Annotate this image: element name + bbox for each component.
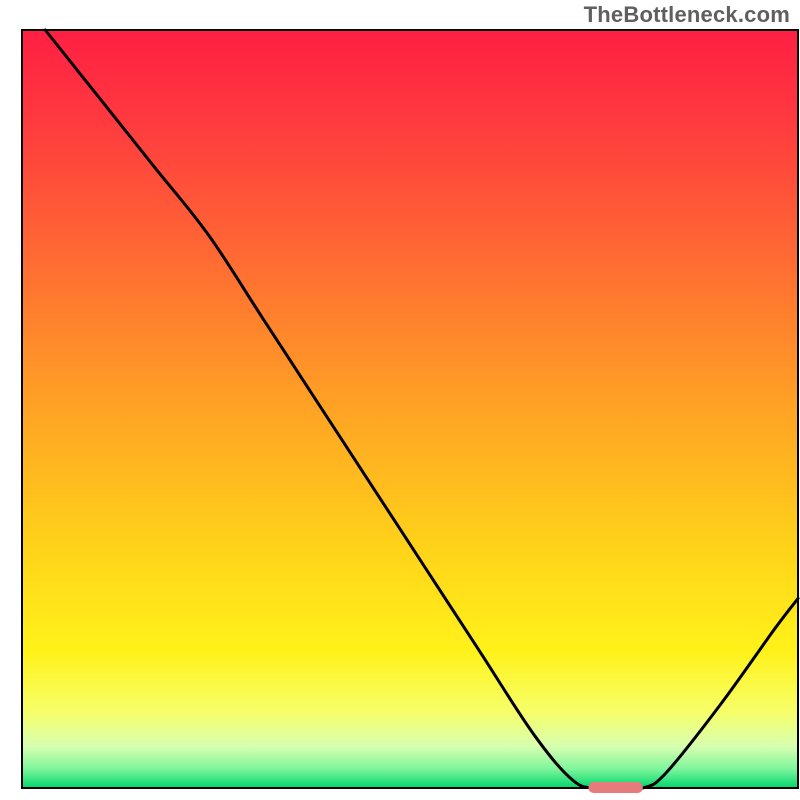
plot-background — [22, 30, 798, 788]
chart-stage: TheBottleneck.com — [0, 0, 800, 800]
bottleneck-chart — [0, 0, 800, 800]
optimal-marker — [588, 782, 642, 793]
